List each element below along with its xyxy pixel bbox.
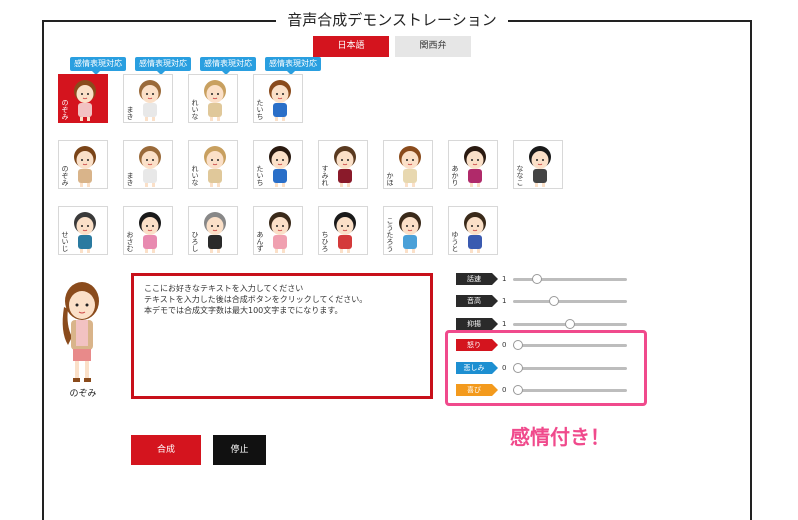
character-avatar [399,212,421,253]
slider-thumb[interactable] [549,296,559,306]
param-label: 音高 [456,295,498,307]
character-name: れいな [191,99,199,120]
emotion-note: 感情付き！ [510,425,610,449]
character-avatar [334,146,356,187]
character-たいち[interactable]: たいち [253,140,303,189]
character-avatar [464,212,486,253]
character-name: ひろし [191,231,199,252]
character-name: まき [126,172,134,186]
synthesize-button[interactable]: 合成 [131,435,201,465]
character-avatar [139,146,161,187]
character-avatar [139,212,161,253]
character-avatar [269,146,291,187]
character-avatar [399,146,421,187]
character-name: のぞみ [61,165,69,186]
page-title: 音声合成デモンストレーション [276,8,508,32]
character-こうたろう[interactable]: こうたろう [383,206,433,255]
param-value: 1 [502,297,507,305]
character-name: こうたろう [386,217,394,252]
character-おさむ[interactable]: おさむ [123,206,173,255]
emotion-support-badge: 感情表現対応 [135,57,191,75]
character-name: せいじ [61,231,69,252]
character-name: ちひろ [321,231,329,252]
character-まき[interactable]: まき [123,74,173,123]
character-れいな[interactable]: れいな [188,140,238,189]
character-のぞみ[interactable]: のぞみ [58,140,108,189]
character-れいな[interactable]: れいな [188,74,238,123]
character-あかり[interactable]: あかり [448,140,498,189]
param-value: 1 [502,320,507,328]
tab-japanese[interactable]: 日本語 [313,36,389,57]
param-slider[interactable] [513,274,627,284]
stop-button[interactable]: 停止 [213,435,266,465]
character-avatar [74,80,96,121]
character-ゆうと[interactable]: ゆうと [448,206,498,255]
text-input[interactable]: ここにお好きなテキストを入力してください テキストを入力した後は合成ボタンをクリ… [131,273,433,399]
slider-thumb[interactable] [532,274,542,284]
param-label: 抑揚 [456,318,498,330]
character-まき[interactable]: まき [123,140,173,189]
character-name: たいち [256,165,264,186]
character-かほ[interactable]: かほ [383,140,433,189]
param-slider[interactable] [513,319,627,329]
param-value: 1 [502,275,507,283]
character-name: ななこ [516,165,524,186]
character-avatar [74,146,96,187]
character-name: すみれ [321,165,329,186]
slider-thumb[interactable] [565,319,575,329]
character-name: まき [126,106,134,120]
character-avatar [74,212,96,253]
character-avatar [269,80,291,121]
character-ひろし[interactable]: ひろし [188,206,238,255]
character-name: れいな [191,165,199,186]
character-name: ゆうと [451,231,459,252]
character-avatar [139,80,161,121]
param-label: 話速 [456,273,498,285]
character-avatar [529,146,551,187]
character-たいち[interactable]: たいち [253,74,303,123]
param-slider[interactable] [513,296,627,306]
character-avatar [334,212,356,253]
character-avatar [204,212,226,253]
character-avatar [204,80,226,121]
character-ちひろ[interactable]: ちひろ [318,206,368,255]
tab-kansai[interactable]: 関西弁 [395,36,471,57]
character-avatar [204,146,226,187]
emotion-highlight-box [445,330,647,406]
character-あんず[interactable]: あんず [253,206,303,255]
character-avatar [269,212,291,253]
character-すみれ[interactable]: すみれ [318,140,368,189]
emotion-support-badge: 感情表現対応 [265,57,321,75]
character-のぞみ[interactable]: のぞみ [58,74,108,123]
character-ななこ[interactable]: ななこ [513,140,563,189]
character-avatar [464,146,486,187]
emotion-support-badge: 感情表現対応 [70,57,126,75]
selected-character-name: のぞみ [69,389,97,399]
character-name: たいち [256,99,264,120]
character-name: のぞみ [61,99,69,120]
character-name: おさむ [126,231,134,252]
character-name: あかり [451,165,459,186]
selected-character-avatar [62,282,99,382]
character-せいじ[interactable]: せいじ [58,206,108,255]
emotion-support-badge: 感情表現対応 [200,57,256,75]
character-name: あんず [256,231,264,252]
character-name: かほ [386,172,394,186]
